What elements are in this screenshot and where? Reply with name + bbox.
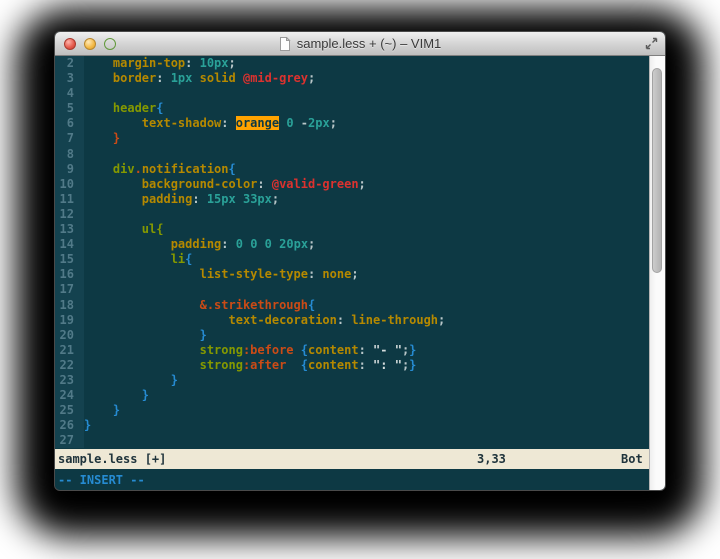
code-line: 14 padding: 0 0 0 20px;: [55, 237, 649, 252]
code-text: text-shadow: orange 0 -2px;: [84, 116, 337, 131]
line-number: 11: [55, 192, 84, 207]
code-line: 20 }: [55, 328, 649, 343]
line-number: 23: [55, 373, 84, 388]
vim-commandline: -- INSERT --: [55, 469, 649, 490]
line-number: 27: [55, 433, 84, 448]
code-line: 19 text-decoration: line-through;: [55, 313, 649, 328]
code-text: }: [84, 131, 120, 146]
line-number: 6: [55, 116, 84, 131]
code-text: ul{: [84, 222, 163, 237]
code-text: }: [84, 328, 207, 343]
line-number: 15: [55, 252, 84, 267]
statusline-filename: sample.less [+]: [58, 449, 166, 469]
code-text: }: [84, 403, 120, 418]
scrollbar-track[interactable]: [649, 56, 665, 490]
code-line: 8: [55, 147, 649, 162]
line-number: 18: [55, 298, 84, 313]
minimize-button[interactable]: [84, 38, 96, 50]
code-text: }: [84, 388, 149, 403]
title-bar[interactable]: sample.less + (~) – VIM1: [55, 32, 665, 56]
code-line: 10 background-color: @valid-green;: [55, 177, 649, 192]
code-text: li{: [84, 252, 192, 267]
code-text: margin-top: 10px;: [84, 56, 236, 71]
code-line: 16 list-style-type: none;: [55, 267, 649, 282]
line-number: 20: [55, 328, 84, 343]
code-line: 27: [55, 433, 649, 448]
code-line: 15 li{: [55, 252, 649, 267]
document-icon: [279, 37, 291, 51]
code-line: 2 margin-top: 10px;: [55, 56, 649, 71]
mode-indicator: -- INSERT --: [58, 473, 145, 487]
line-number: 16: [55, 267, 84, 282]
line-number: 2: [55, 56, 84, 71]
line-number: 17: [55, 282, 84, 297]
code-text: &.strikethrough{: [84, 298, 315, 313]
code-line: 26}: [55, 418, 649, 433]
code-text: padding: 15px 33px;: [84, 192, 279, 207]
code-text: }: [84, 418, 91, 433]
line-number: 3: [55, 71, 84, 86]
code-line: 7 }: [55, 131, 649, 146]
line-number: 21: [55, 343, 84, 358]
code-line: 24 }: [55, 388, 649, 403]
code-line: 13 ul{: [55, 222, 649, 237]
code-text: padding: 0 0 0 20px;: [84, 237, 315, 252]
code-line: 4: [55, 86, 649, 101]
code-text: background-color: @valid-green;: [84, 177, 366, 192]
code-line: 22 strong:after {content: ": ";}: [55, 358, 649, 373]
line-number: 24: [55, 388, 84, 403]
line-number: 4: [55, 86, 84, 101]
line-number: 13: [55, 222, 84, 237]
code-line: 18 &.strikethrough{: [55, 298, 649, 313]
line-number: 14: [55, 237, 84, 252]
line-number: 19: [55, 313, 84, 328]
line-number: 8: [55, 147, 84, 162]
line-number: 25: [55, 403, 84, 418]
code-text: strong:after {content: ": ";}: [84, 358, 416, 373]
code-line: 6 text-shadow: orange 0 -2px;: [55, 116, 649, 131]
line-number: 12: [55, 207, 84, 222]
code-area[interactable]: 2 margin-top: 10px;3 border: 1px solid @…: [55, 56, 649, 449]
screenshot-canvas: sample.less + (~) – VIM1 2 margin-top: 1…: [0, 0, 720, 559]
code-line: 12: [55, 207, 649, 222]
line-number: 5: [55, 101, 84, 116]
vim-window: sample.less + (~) – VIM1 2 margin-top: 1…: [55, 32, 665, 490]
line-number: 10: [55, 177, 84, 192]
line-number: 26: [55, 418, 84, 433]
code-text: border: 1px solid @mid-grey;: [84, 71, 315, 86]
code-line: 23 }: [55, 373, 649, 388]
zoom-button[interactable]: [104, 38, 116, 50]
code-line: 5 header{: [55, 101, 649, 116]
close-button[interactable]: [64, 38, 76, 50]
code-text: header{: [84, 101, 163, 116]
code-text: text-decoration: line-through;: [84, 313, 445, 328]
window-body: 2 margin-top: 10px;3 border: 1px solid @…: [55, 56, 665, 490]
code-line: 25 }: [55, 403, 649, 418]
code-line: 3 border: 1px solid @mid-grey;: [55, 71, 649, 86]
code-line: 21 strong:before {content: "- ";}: [55, 343, 649, 358]
fullscreen-icon[interactable]: [645, 37, 658, 50]
code-text: list-style-type: none;: [84, 267, 359, 282]
window-title: sample.less + (~) – VIM1: [297, 36, 442, 51]
title-group: sample.less + (~) – VIM1: [279, 36, 442, 51]
scrollbar-thumb[interactable]: [652, 68, 662, 273]
vim-statusline: sample.less [+] 3,33 Bot: [55, 449, 649, 469]
code-text: div.notification{: [84, 162, 236, 177]
code-text: strong:before {content: "- ";}: [84, 343, 416, 358]
code-line: 9 div.notification{: [55, 162, 649, 177]
editor-column: 2 margin-top: 10px;3 border: 1px solid @…: [55, 56, 649, 490]
line-number: 7: [55, 131, 84, 146]
code-line: 11 padding: 15px 33px;: [55, 192, 649, 207]
statusline-cursor-position: 3,33: [477, 449, 506, 469]
line-number: 9: [55, 162, 84, 177]
code-text: }: [84, 373, 178, 388]
traffic-lights: [64, 32, 116, 55]
statusline-scroll-indicator: Bot: [621, 449, 643, 469]
line-number: 22: [55, 358, 84, 373]
code-line: 17: [55, 282, 649, 297]
